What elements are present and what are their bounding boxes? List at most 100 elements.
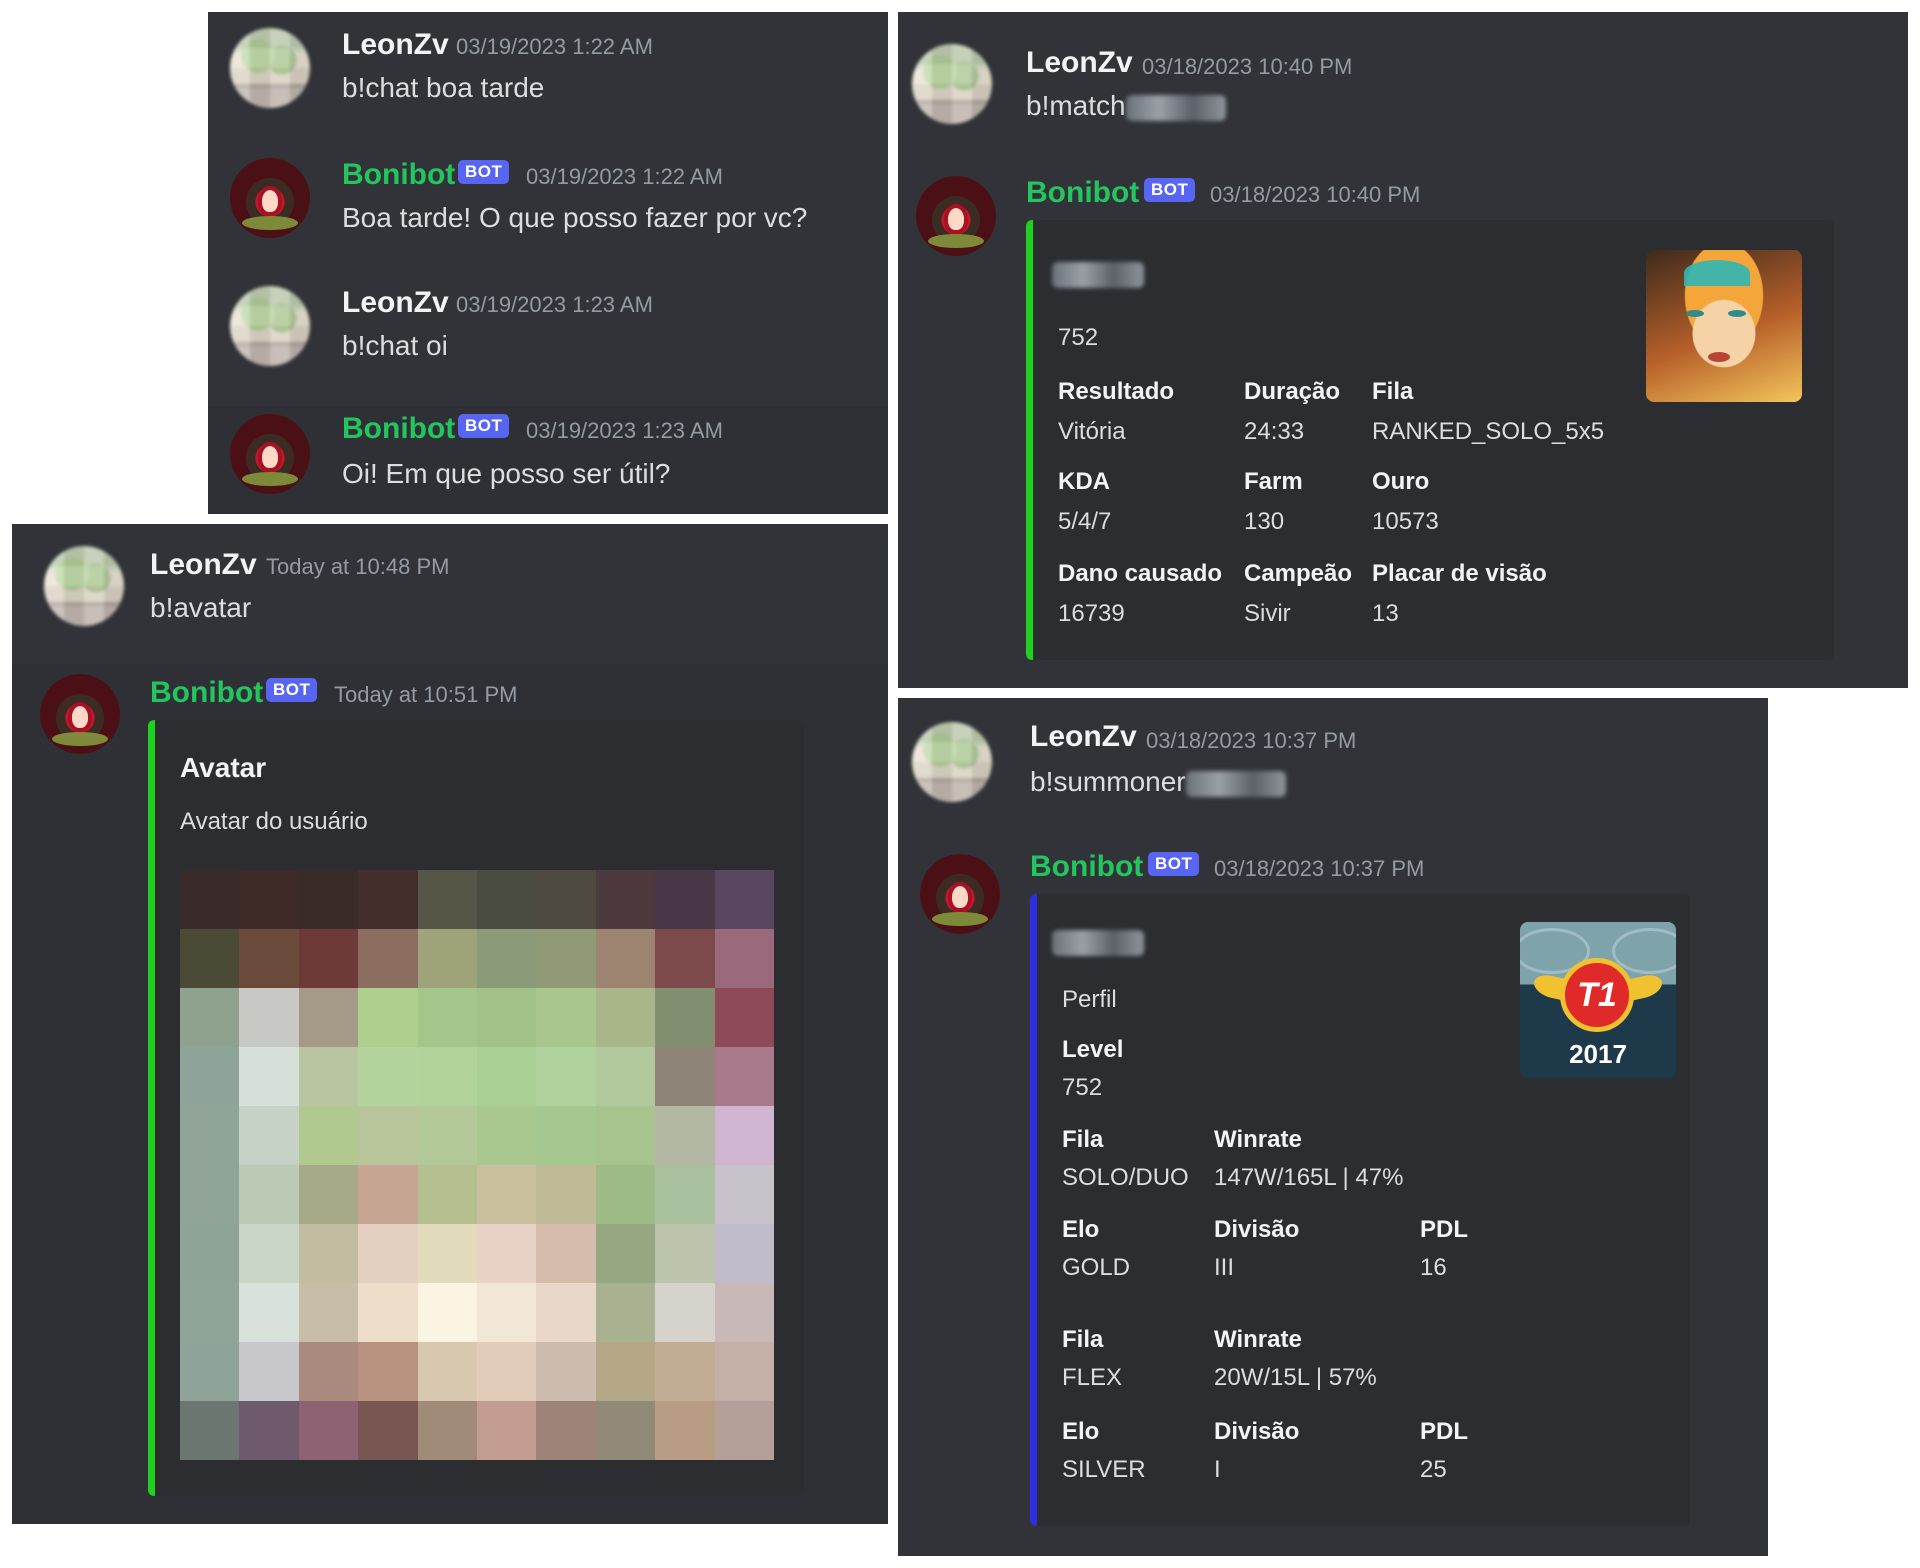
author-name[interactable]: Bonibot — [342, 412, 455, 446]
avatar-pixel — [239, 1401, 299, 1460]
author-name[interactable]: LeonZv — [1026, 46, 1133, 80]
profile-icon[interactable]: T1 2017 — [1520, 922, 1676, 1078]
field-label: PDL — [1420, 1216, 1468, 1243]
avatar-pixel — [298, 1106, 359, 1165]
redacted-summoner-name — [1052, 262, 1144, 288]
embed-accent-bar — [1026, 220, 1033, 660]
avatar-pixel — [239, 1165, 299, 1224]
avatar-pixel — [358, 988, 418, 1047]
field-label: Farm — [1244, 468, 1303, 495]
avatar-embed: Avatar Avatar do usuário — [148, 720, 804, 1496]
field-label: Placar de visão — [1372, 560, 1547, 587]
avatar-pixel — [536, 929, 596, 988]
avatar-pixel — [655, 1283, 715, 1342]
avatar-pixel — [298, 1224, 359, 1283]
t1-emblem-icon: T1 — [1560, 958, 1634, 1032]
avatar-pixel — [417, 929, 477, 988]
field-value: Vitória — [1058, 418, 1126, 445]
bot-avatar[interactable] — [230, 158, 310, 238]
author-name[interactable]: Bonibot — [1026, 176, 1139, 210]
avatar-pixel — [595, 1283, 656, 1342]
timestamp: Today at 10:48 PM — [266, 554, 450, 579]
avatar-pixel — [358, 1224, 418, 1283]
field-label: Campeão — [1244, 560, 1353, 587]
field-value: I — [1214, 1456, 1221, 1483]
user-avatar[interactable] — [230, 286, 310, 366]
author-name[interactable]: Bonibot — [342, 158, 455, 192]
champion-portrait[interactable] — [1646, 250, 1802, 402]
field-label: Level — [1062, 1036, 1124, 1063]
author-name[interactable]: LeonZv — [342, 286, 449, 320]
avatar-pixel — [298, 1165, 359, 1224]
avatar-pixel — [477, 1165, 537, 1224]
redacted-summoner-name — [1052, 930, 1144, 956]
avatar-pixel — [477, 1106, 537, 1165]
avatar-pixel — [714, 1165, 774, 1224]
author-name[interactable]: LeonZv — [1030, 720, 1137, 754]
avatar-pixel — [477, 1224, 537, 1283]
user-avatar[interactable] — [230, 28, 310, 108]
avatar-pixel — [655, 1165, 715, 1224]
author-name[interactable]: Bonibot — [150, 676, 263, 710]
avatar-pixel — [358, 870, 418, 929]
field-label: PDL — [1420, 1418, 1468, 1445]
avatar-image[interactable] — [180, 870, 774, 1460]
avatar-pixel — [180, 988, 240, 1047]
chat-panel-1: LeonZv 03/19/2023 1:22 AM b!chat boa tar… — [208, 12, 888, 514]
avatar-pixel — [358, 1106, 418, 1165]
field-label: Divisão — [1214, 1418, 1300, 1445]
avatar-pixel — [180, 929, 240, 988]
message-text: b!avatar — [150, 592, 252, 623]
avatar-pixel — [417, 1342, 477, 1401]
avatar-pixel — [655, 1401, 715, 1460]
message-text: b!match — [1026, 90, 1226, 122]
avatar-pixel — [655, 870, 715, 929]
avatar-pixel — [180, 1165, 240, 1224]
avatar-pixel — [655, 1106, 715, 1165]
avatar-pixel — [239, 1342, 299, 1401]
avatar-pixel — [239, 1106, 299, 1165]
avatar-pixel — [358, 1165, 418, 1224]
author-name[interactable]: LeonZv — [150, 548, 257, 582]
message-text: b!chat boa tarde — [342, 72, 545, 103]
user-avatar[interactable] — [44, 546, 124, 626]
avatar-pixel — [536, 1224, 596, 1283]
bot-badge: BOT — [458, 414, 510, 438]
field-label: Elo — [1062, 1418, 1100, 1445]
author-name[interactable]: LeonZv — [342, 28, 449, 62]
field-value: SOLO/DUO — [1062, 1164, 1189, 1191]
bot-avatar[interactable] — [230, 414, 310, 494]
avatar-pixel — [655, 1224, 715, 1283]
avatar-pixel — [298, 929, 359, 988]
avatar-pixel — [417, 1224, 477, 1283]
user-avatar[interactable] — [912, 44, 992, 124]
bot-avatar[interactable] — [920, 854, 1000, 934]
user-avatar[interactable] — [912, 722, 992, 802]
field-value: Sivir — [1244, 600, 1291, 627]
avatar-pixel — [714, 929, 774, 988]
avatar-pixel — [536, 1401, 596, 1460]
avatar-pixel — [358, 1342, 418, 1401]
embed-description: Avatar do usuário — [180, 808, 368, 835]
field-value: GOLD — [1062, 1254, 1131, 1281]
embed-accent-bar — [1030, 894, 1037, 1526]
field-value: 147W/165L | 47% — [1214, 1164, 1404, 1191]
field-label: Divisão — [1214, 1216, 1300, 1243]
avatar-pixel — [239, 1224, 299, 1283]
bot-badge: BOT — [458, 160, 510, 184]
message-text: Boa tarde! O que posso fazer por vc? — [342, 202, 808, 233]
field-label: Elo — [1062, 1216, 1100, 1243]
avatar-pixel — [536, 870, 596, 929]
avatar-pixel — [358, 1047, 418, 1106]
avatar-pixel — [655, 929, 715, 988]
author-name[interactable]: Bonibot — [1030, 850, 1143, 884]
field-value: 16739 — [1058, 600, 1125, 627]
bot-avatar[interactable] — [40, 674, 120, 754]
avatar-pixel — [536, 988, 596, 1047]
timestamp: 03/18/2023 10:40 PM — [1142, 54, 1353, 79]
bot-avatar[interactable] — [916, 176, 996, 256]
avatar-pixel — [714, 1401, 774, 1460]
avatar-pixel — [477, 1283, 537, 1342]
avatar-pixel — [655, 1342, 715, 1401]
field-label: Fila — [1062, 1326, 1104, 1353]
